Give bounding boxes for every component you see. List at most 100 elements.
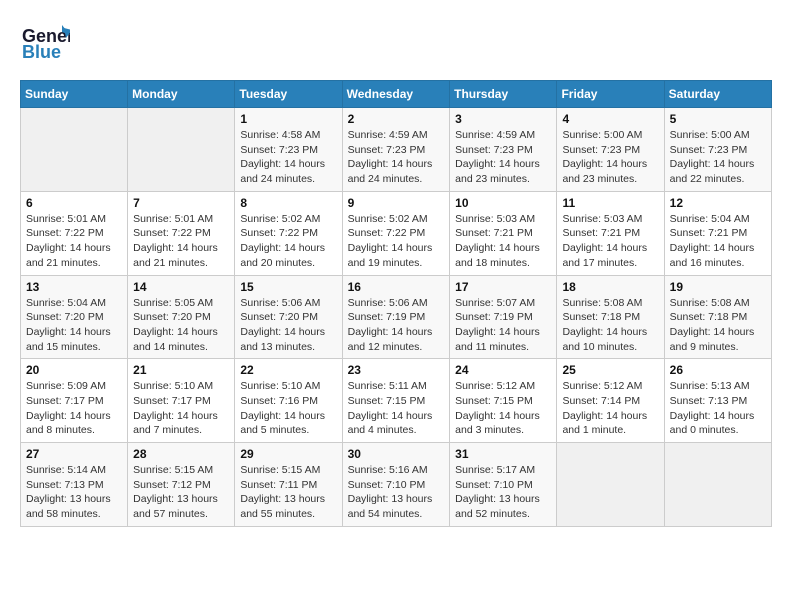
weekday-header-row: SundayMondayTuesdayWednesdayThursdayFrid… bbox=[21, 81, 772, 108]
sunrise-text: Sunrise: 5:10 AM bbox=[133, 379, 229, 394]
logo: General Blue bbox=[20, 20, 70, 70]
calendar-cell: 17Sunrise: 5:07 AMSunset: 7:19 PMDayligh… bbox=[450, 275, 557, 359]
calendar-cell: 28 Sunrise: 5:15 AMSunset: 7:12 PMDayligh… bbox=[128, 443, 235, 527]
sunset-text: Sunset: 7:23 PM bbox=[562, 143, 658, 158]
day-number: 11 bbox=[562, 196, 658, 210]
sunrise-text: Sunrise: 4:59 AM bbox=[455, 128, 551, 143]
daylight-text: Daylight: 14 hours and 23 minutes. bbox=[562, 157, 658, 186]
day-info: Sunrise: 5:03 AMSunset: 7:21 PMDaylight:… bbox=[562, 212, 658, 271]
day-number: 25 bbox=[562, 363, 658, 377]
day-number: 24 bbox=[455, 363, 551, 377]
daylight-text: Daylight: 14 hours and 11 minutes. bbox=[455, 325, 551, 354]
sunset-text: Sunset: 7:22 PM bbox=[348, 226, 445, 241]
sunset-text: Sunset: 7:20 PM bbox=[26, 310, 122, 325]
daylight-text: Daylight: 14 hours and 20 minutes. bbox=[240, 241, 336, 270]
day-info: Sunrise: 5:06 AMSunset: 7:19 PMDaylight:… bbox=[348, 296, 445, 355]
daylight-text: Daylight: 14 hours and 21 minutes. bbox=[133, 241, 229, 270]
daylight-text: Daylight: 14 hours and 3 minutes. bbox=[455, 409, 551, 438]
sunset-text: Sunset: 7:23 PM bbox=[240, 143, 336, 158]
day-number: 21 bbox=[133, 363, 229, 377]
daylight-text: Daylight: 14 hours and 24 minutes. bbox=[240, 157, 336, 186]
day-number: 4 bbox=[562, 112, 658, 126]
sunrise-text: Sunrise: 5:06 AM bbox=[240, 296, 336, 311]
daylight-text: Daylight: 14 hours and 15 minutes. bbox=[26, 325, 122, 354]
sunset-text: Sunset: 7:21 PM bbox=[670, 226, 766, 241]
day-info: Sunrise: 5:07 AMSunset: 7:19 PMDaylight:… bbox=[455, 296, 551, 355]
sunrise-text: Sunrise: 5:10 AM bbox=[240, 379, 336, 394]
day-info: Sunrise: 5:15 AMSunset: 7:11 PMDaylight:… bbox=[240, 463, 336, 522]
daylight-text: Daylight: 14 hours and 4 minutes. bbox=[348, 409, 445, 438]
day-info: Sunrise: 5:01 AMSunset: 7:22 PMDaylight:… bbox=[26, 212, 122, 271]
sunrise-text: Sunrise: 4:59 AM bbox=[348, 128, 445, 143]
day-number: 28 bbox=[133, 447, 229, 461]
sunset-text: Sunset: 7:13 PM bbox=[670, 394, 766, 409]
daylight-text: Daylight: 13 hours and 55 minutes. bbox=[240, 492, 336, 521]
weekday-header-wednesday: Wednesday bbox=[342, 81, 450, 108]
sunrise-text: Sunrise: 5:01 AM bbox=[26, 212, 122, 227]
sunset-text: Sunset: 7:21 PM bbox=[562, 226, 658, 241]
daylight-text: Daylight: 14 hours and 18 minutes. bbox=[455, 241, 551, 270]
day-info: Sunrise: 5:06 AMSunset: 7:20 PMDaylight:… bbox=[240, 296, 336, 355]
daylight-text: Daylight: 14 hours and 13 minutes. bbox=[240, 325, 336, 354]
day-info: Sunrise: 5:04 AMSunset: 7:21 PMDaylight:… bbox=[670, 212, 766, 271]
day-info: Sunrise: 5:13 AMSunset: 7:13 PMDaylight:… bbox=[670, 379, 766, 438]
calendar-cell: 25Sunrise: 5:12 AMSunset: 7:14 PMDayligh… bbox=[557, 359, 664, 443]
calendar-cell: 4 Sunrise: 5:00 AMSunset: 7:23 PMDaylight… bbox=[557, 108, 664, 192]
day-info: Sunrise: 5:00 AMSunset: 7:23 PMDaylight:… bbox=[562, 128, 658, 187]
calendar-cell: 27Sunrise: 5:14 AMSunset: 7:13 PMDayligh… bbox=[21, 443, 128, 527]
calendar-week-3: 13Sunrise: 5:04 AMSunset: 7:20 PMDayligh… bbox=[21, 275, 772, 359]
sunrise-text: Sunrise: 5:13 AM bbox=[670, 379, 766, 394]
daylight-text: Daylight: 14 hours and 9 minutes. bbox=[670, 325, 766, 354]
day-info: Sunrise: 5:04 AMSunset: 7:20 PMDaylight:… bbox=[26, 296, 122, 355]
day-number: 13 bbox=[26, 280, 122, 294]
day-number: 2 bbox=[348, 112, 445, 126]
sunrise-text: Sunrise: 5:11 AM bbox=[348, 379, 445, 394]
sunset-text: Sunset: 7:19 PM bbox=[455, 310, 551, 325]
day-info: Sunrise: 5:15 AMSunset: 7:12 PMDaylight:… bbox=[133, 463, 229, 522]
calendar-cell: 29 Sunrise: 5:15 AMSunset: 7:11 PMDayligh… bbox=[235, 443, 342, 527]
sunset-text: Sunset: 7:22 PM bbox=[26, 226, 122, 241]
day-info: Sunrise: 5:17 AMSunset: 7:10 PMDaylight:… bbox=[455, 463, 551, 522]
day-number: 5 bbox=[670, 112, 766, 126]
day-info: Sunrise: 5:09 AMSunset: 7:17 PMDaylight:… bbox=[26, 379, 122, 438]
svg-text:Blue: Blue bbox=[22, 42, 61, 62]
sunrise-text: Sunrise: 5:05 AM bbox=[133, 296, 229, 311]
sunrise-text: Sunrise: 5:04 AM bbox=[26, 296, 122, 311]
calendar-cell: 12 Sunrise: 5:04 AMSunset: 7:21 PMDayligh… bbox=[664, 191, 771, 275]
day-info: Sunrise: 5:11 AMSunset: 7:15 PMDaylight:… bbox=[348, 379, 445, 438]
sunset-text: Sunset: 7:22 PM bbox=[240, 226, 336, 241]
day-number: 9 bbox=[348, 196, 445, 210]
day-number: 6 bbox=[26, 196, 122, 210]
day-info: Sunrise: 5:10 AMSunset: 7:17 PMDaylight:… bbox=[133, 379, 229, 438]
calendar-week-4: 20Sunrise: 5:09 AMSunset: 7:17 PMDayligh… bbox=[21, 359, 772, 443]
calendar-cell: 1 Sunrise: 4:58 AMSunset: 7:23 PMDaylight… bbox=[235, 108, 342, 192]
logo-icon: General Blue bbox=[20, 20, 70, 70]
sunrise-text: Sunrise: 4:58 AM bbox=[240, 128, 336, 143]
sunrise-text: Sunrise: 5:04 AM bbox=[670, 212, 766, 227]
calendar-cell: 10Sunrise: 5:03 AMSunset: 7:21 PMDayligh… bbox=[450, 191, 557, 275]
day-number: 1 bbox=[240, 112, 336, 126]
calendar-cell: 19Sunrise: 5:08 AMSunset: 7:18 PMDayligh… bbox=[664, 275, 771, 359]
day-number: 29 bbox=[240, 447, 336, 461]
daylight-text: Daylight: 14 hours and 8 minutes. bbox=[26, 409, 122, 438]
day-number: 10 bbox=[455, 196, 551, 210]
sunrise-text: Sunrise: 5:07 AM bbox=[455, 296, 551, 311]
sunrise-text: Sunrise: 5:03 AM bbox=[562, 212, 658, 227]
sunrise-text: Sunrise: 5:16 AM bbox=[348, 463, 445, 478]
weekday-header-tuesday: Tuesday bbox=[235, 81, 342, 108]
sunset-text: Sunset: 7:13 PM bbox=[26, 478, 122, 493]
day-number: 12 bbox=[670, 196, 766, 210]
day-info: Sunrise: 5:02 AMSunset: 7:22 PMDaylight:… bbox=[240, 212, 336, 271]
day-number: 3 bbox=[455, 112, 551, 126]
daylight-text: Daylight: 13 hours and 54 minutes. bbox=[348, 492, 445, 521]
sunrise-text: Sunrise: 5:12 AM bbox=[455, 379, 551, 394]
sunrise-text: Sunrise: 5:06 AM bbox=[348, 296, 445, 311]
calendar-cell: 9Sunrise: 5:02 AMSunset: 7:22 PMDaylight… bbox=[342, 191, 450, 275]
daylight-text: Daylight: 14 hours and 24 minutes. bbox=[348, 157, 445, 186]
day-info: Sunrise: 4:58 AMSunset: 7:23 PMDaylight:… bbox=[240, 128, 336, 187]
weekday-header-saturday: Saturday bbox=[664, 81, 771, 108]
day-info: Sunrise: 5:08 AMSunset: 7:18 PMDaylight:… bbox=[562, 296, 658, 355]
day-number: 8 bbox=[240, 196, 336, 210]
calendar-cell: 24Sunrise: 5:12 AMSunset: 7:15 PMDayligh… bbox=[450, 359, 557, 443]
sunset-text: Sunset: 7:23 PM bbox=[348, 143, 445, 158]
